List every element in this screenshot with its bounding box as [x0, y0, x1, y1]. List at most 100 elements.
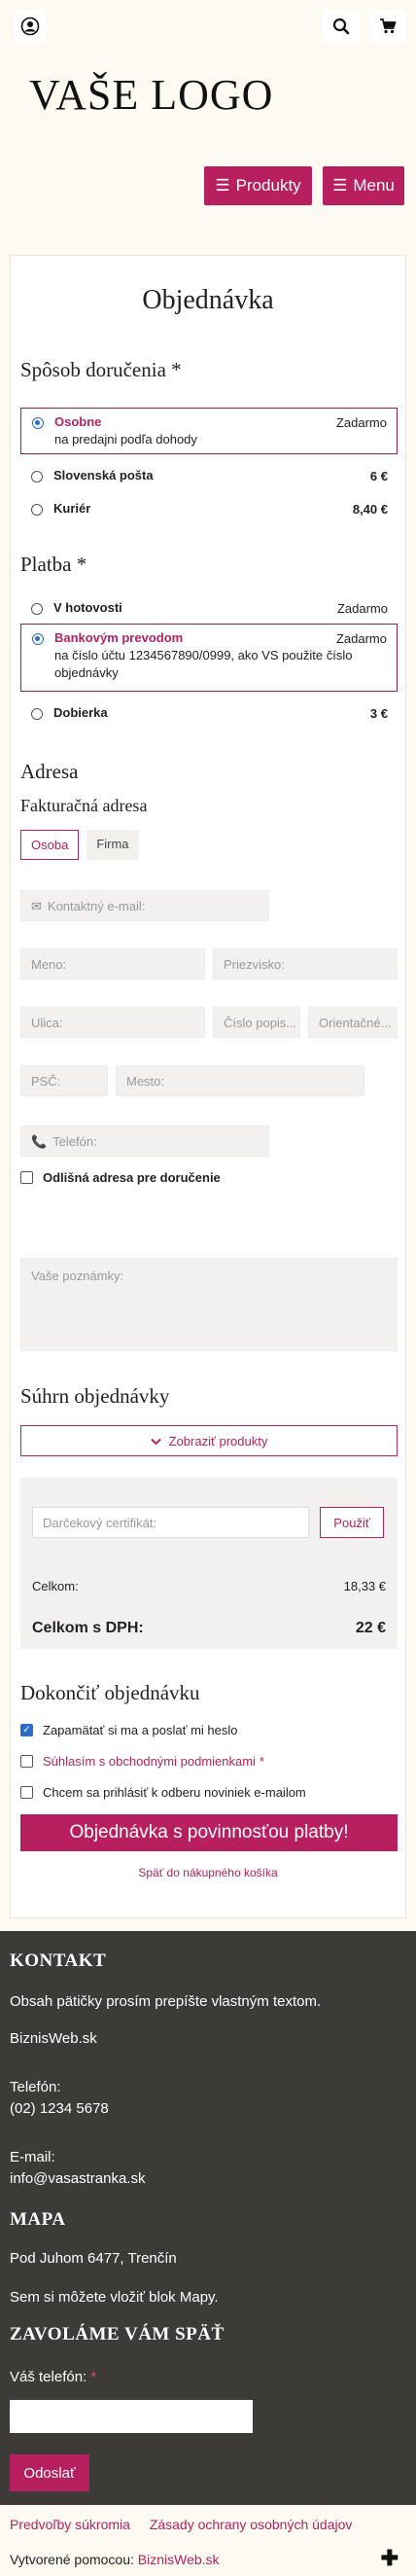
orientation-number-field[interactable]: Orientačné...	[308, 1007, 398, 1038]
delivery-option-kurier[interactable]: Kuriér 8,40 €	[20, 495, 398, 524]
house-number-field[interactable]: Číslo popis...	[213, 1007, 300, 1038]
terms-checkbox[interactable]: Súhlasím s obchodnými podmienkami *	[20, 1754, 264, 1769]
total-row: Celkom: 18,33 €	[32, 1579, 386, 1593]
apply-voucher-button[interactable]: Použiť	[320, 1507, 384, 1538]
delivery-heading: Spôsob doručenia *	[20, 358, 182, 381]
radio-selected[interactable]	[32, 633, 44, 645]
delivery-option-osobne[interactable]: Osobne Zadarmo na predajni podľa dohody	[20, 408, 398, 454]
option-name: Dobierka	[53, 705, 108, 720]
user-button[interactable]	[14, 10, 47, 43]
phone-number[interactable]: (02) 1234 5678	[10, 2098, 109, 2120]
different-address-label: Odlišná adresa pre doručenie	[43, 1170, 221, 1185]
callback-heading: ZAVOLÁME VÁM SPÄŤ	[10, 2324, 225, 2344]
tab-osoba[interactable]: Osoba	[20, 830, 80, 860]
terms-link[interactable]: Súhlasím s obchodnými podmienkami	[43, 1754, 256, 1769]
menu-button-label: Menu	[353, 176, 395, 195]
notes-textarea[interactable]: Vaše poznámky:	[20, 1258, 398, 1351]
zip-field[interactable]: PSČ:	[20, 1065, 108, 1096]
payment-option-dobierka[interactable]: Dobierka 3 €	[20, 699, 398, 729]
contact-text: Obsah pätičky prosím prepíšte vlastným t…	[10, 1993, 322, 2010]
required-mark: *	[90, 2369, 97, 2385]
summary-heading: Súhrn objednávky	[20, 1384, 170, 1408]
made-by-link[interactable]: BiznisWeb.sk	[138, 2552, 220, 2567]
total-vat-row: Celkom s DPH: 22 €	[32, 1620, 386, 1637]
radio[interactable]	[31, 504, 43, 516]
payment-heading: Platba *	[20, 553, 87, 576]
cart-icon	[380, 18, 397, 34]
checkbox[interactable]	[20, 1755, 33, 1768]
payment-option-hotovost[interactable]: V hotovosti Zadarmo	[20, 594, 398, 624]
plus-icon[interactable]: ✚	[381, 2546, 399, 2571]
radio[interactable]	[31, 471, 43, 483]
company-name: BiznisWeb.sk	[10, 2030, 97, 2047]
cart-button[interactable]	[369, 10, 406, 43]
email-field[interactable]: ✉ Kontaktný e-mail:	[20, 890, 269, 921]
privacy-policy-link[interactable]: Zásady ochrany osobných údajov	[150, 2517, 353, 2532]
first-name-field[interactable]: Meno:	[20, 948, 205, 980]
option-price: 8,40 €	[352, 502, 388, 517]
products-button[interactable]: ☰ Produkty	[204, 166, 312, 205]
option-price: 3 €	[369, 706, 388, 721]
search-button[interactable]	[323, 10, 360, 43]
email-address[interactable]: info@vasastranka.sk	[10, 2168, 145, 2190]
email-label: E-mail:	[10, 2149, 55, 2165]
phone-field[interactable]: 📞 Telefón:	[20, 1126, 269, 1157]
hamburger-icon: ☰	[332, 176, 348, 195]
radio[interactable]	[31, 603, 43, 615]
address-heading: Adresa	[20, 760, 79, 783]
hamburger-icon: ☰	[215, 176, 230, 195]
phone-icon: 📞	[31, 1134, 48, 1149]
privacy-preferences-link[interactable]: Predvoľby súkromia	[10, 2517, 130, 2532]
made-by: Vytvorené pomocou: BiznisWeb.sk	[10, 2552, 220, 2567]
show-products-button[interactable]: Zobraziť produkty	[20, 1425, 398, 1456]
callback-label: Váš telefón:	[10, 2369, 87, 2385]
made-by-label: Vytvorené pomocou:	[10, 2552, 134, 2567]
orientation-number-placeholder: Orientačné...	[319, 1016, 392, 1030]
option-name: Bankovým prevodom	[54, 630, 184, 645]
submit-order-button[interactable]: Objednávka s povinnosťou platby!	[20, 1814, 398, 1851]
bottom-bar: Predvoľby súkromia Zásady ochrany osobný…	[0, 2505, 416, 2576]
radio[interactable]	[31, 708, 43, 720]
chevron-down-icon	[150, 1434, 161, 1449]
email-placeholder: Kontaktný e-mail:	[47, 899, 146, 913]
total-vat-value: 22 €	[355, 1620, 386, 1636]
callback-phone-input[interactable]	[10, 2400, 253, 2433]
checkbox-checked[interactable]: ✓	[20, 1724, 33, 1736]
back-to-cart-link[interactable]: Späť do nákupného košíka	[11, 1866, 405, 1879]
voucher-placeholder: Darčekový certifikát:	[43, 1516, 157, 1530]
checkbox[interactable]	[20, 1171, 33, 1184]
payment-option-prevod[interactable]: Bankovým prevodom Zadarmo na číslo účtu …	[20, 624, 398, 692]
radio-selected[interactable]	[32, 417, 44, 429]
products-button-label: Produkty	[235, 176, 301, 195]
map-address: Pod Juhom 6477, Trenčín	[10, 2250, 177, 2267]
checkbox[interactable]	[20, 1786, 33, 1799]
phone-placeholder: Telefón:	[52, 1134, 97, 1149]
menu-button[interactable]: ☰ Menu	[323, 166, 404, 205]
delivery-option-posta[interactable]: Slovenská pošta 6 €	[20, 462, 398, 491]
street-field[interactable]: Ulica:	[20, 1007, 205, 1038]
required-mark: *	[259, 1754, 264, 1769]
option-name: Slovenská pošta	[53, 468, 154, 483]
option-name: Osobne	[54, 414, 102, 429]
remember-me-checkbox[interactable]: ✓ Zapamätať si ma a poslať mi heslo	[20, 1723, 238, 1737]
send-button[interactable]: Odoslať	[10, 2454, 89, 2491]
map-text: Sem si môžete vložiť blok Mapy.	[10, 2289, 219, 2306]
total-value: 18,33 €	[343, 1579, 386, 1593]
page-title: Objednávka	[142, 285, 274, 315]
notes-placeholder: Vaše poznámky:	[31, 1269, 124, 1283]
different-address-checkbox[interactable]: Odlišná adresa pre doručenie	[20, 1170, 221, 1185]
search-icon	[332, 18, 350, 35]
zip-placeholder: PSČ:	[31, 1074, 61, 1089]
option-name: V hotovosti	[53, 600, 122, 615]
show-products-label: Zobraziť produkty	[168, 1433, 268, 1449]
option-price: 6 €	[369, 469, 388, 483]
last-name-field[interactable]: Priezvisko:	[213, 948, 398, 980]
option-desc: na predajni podľa dohody	[54, 432, 197, 447]
site-logo[interactable]: VAŠE LOGO	[29, 70, 273, 120]
voucher-input[interactable]: Darčekový certifikát:	[32, 1507, 309, 1538]
newsletter-checkbox[interactable]: Chcem sa prihlásiť k odberu noviniek e-m…	[20, 1785, 306, 1800]
tab-firma[interactable]: Firma	[87, 830, 139, 860]
city-field[interactable]: Mesto:	[116, 1065, 364, 1096]
finish-heading: Dokončiť objednávku	[20, 1681, 200, 1704]
callback-label-row: Váš telefón: *	[10, 2367, 96, 2388]
